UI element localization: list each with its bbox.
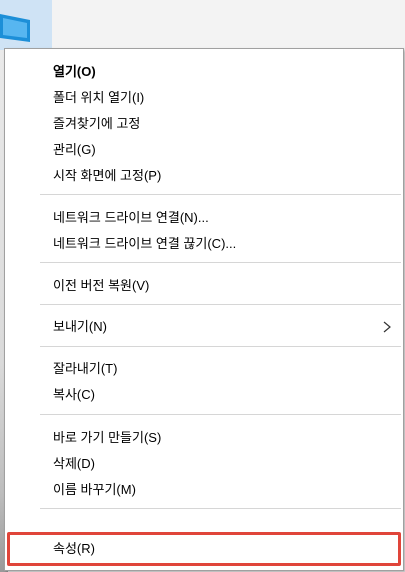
menu-separator (40, 262, 401, 263)
computer-icon[interactable] (0, 8, 34, 48)
menu-item-disconnect-network-drive[interactable]: 네트워크 드라이브 연결 끊기(C)... (6, 231, 402, 257)
chevron-right-icon (383, 321, 391, 333)
menu-separator (40, 304, 401, 305)
menu-item-properties[interactable]: 속성(R) (6, 536, 402, 562)
menu-item-pin-to-quick-access[interactable]: 즐겨찾기에 고정 (6, 111, 402, 137)
menu-item-pin-to-start[interactable]: 시작 화면에 고정(P) (6, 163, 402, 189)
menu-item-delete[interactable]: 삭제(D) (6, 451, 402, 477)
menu-item-send-to[interactable]: 보내기(N) (6, 314, 402, 340)
menu-separator (40, 346, 401, 347)
context-menu: 열기(O) 폴더 위치 열기(I) 즐겨찾기에 고정 관리(G) 시작 화면에 … (4, 48, 404, 571)
menu-item-create-shortcut[interactable]: 바로 가기 만들기(S) (6, 425, 402, 451)
menu-item-open[interactable]: 열기(O) (6, 59, 402, 85)
menu-item-restore-previous-versions[interactable]: 이전 버전 복원(V) (6, 273, 402, 299)
menu-item-manage[interactable]: 관리(G) (6, 137, 402, 163)
menu-item-map-network-drive[interactable]: 네트워크 드라이브 연결(N)... (6, 205, 402, 231)
menu-item-copy[interactable]: 복사(C) (6, 382, 402, 408)
menu-item-rename[interactable]: 이름 바꾸기(M) (6, 477, 402, 503)
menu-separator (40, 414, 401, 415)
menu-item-send-to-label: 보내기(N) (53, 319, 107, 334)
menu-separator (40, 194, 401, 195)
menu-item-open-folder-location[interactable]: 폴더 위치 열기(I) (6, 85, 402, 111)
menu-item-cut[interactable]: 잘라내기(T) (6, 356, 402, 382)
menu-separator (40, 508, 401, 509)
